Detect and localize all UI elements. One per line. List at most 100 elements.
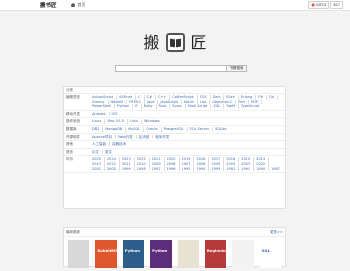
book-cover-title: Python [124,248,140,253]
category-tag-link[interactable]: Web开发 [118,134,137,140]
category-tag-link[interactable]: 1995 [182,166,195,172]
search-button[interactable]: 书籍搜索 [227,65,247,72]
book-cover[interactable]: SQL [259,240,281,268]
book-cover-title: RabbitMQ [97,248,117,253]
category-tag-link[interactable]: Ruby [144,104,157,109]
category-row-label: 操作系统 [66,119,80,124]
category-row-label: 移动开发 [66,111,80,116]
category-tag-link[interactable]: MySQL [128,126,145,132]
category-row: 操作系统 Linux Mac OS X Unix Windows [64,118,285,126]
category-row-label: 其他 [66,142,73,147]
category-tags: ActionScript ASP.net C C# C++ CoffeeScript CSS… [92,95,285,109]
category-tags: 人工智能 容器技术 [92,142,285,147]
category-tag-link[interactable]: SQLite [215,127,229,132]
category-tag-link[interactable]: 1998 [137,166,150,172]
hero-logo: 搬 匠 [0,33,350,52]
category-tag-link[interactable]: 1991 [241,166,255,172]
category-row-label: 年份 [66,157,73,162]
category-tag-link[interactable]: MongoDB [105,126,127,132]
book-cover[interactable]: Python [122,240,145,268]
category-tag-link[interactable]: 1987 [271,167,283,172]
category-tag-link[interactable]: 1994 [196,166,210,172]
book-cover[interactable] [177,240,199,268]
category-tag-link[interactable]: Go [269,95,279,100]
category-tag-link[interactable]: SQL Server [190,126,214,132]
category-tag-link[interactable]: 1990 [256,166,270,172]
category-tag-link[interactable]: 容器技术 [112,142,129,147]
github-widget[interactable]: ● GITC2 827 [308,1,343,9]
book-cover[interactable]: Beginning [204,240,227,268]
category-row: 语言 中文 英文 [64,149,285,157]
category-tags: DB2 MongoDB MySQL Oracle PostgreSQL SQL Serve… [92,126,285,132]
category-tag-link[interactable]: Android [92,111,110,117]
github-label: GITC2 [315,3,327,7]
category-tag-link[interactable]: 2000 [107,166,120,172]
category-tag-link[interactable]: 中文 [92,149,103,155]
category-header: 分类 [64,87,285,94]
site-name[interactable]: 搬书匠 [40,1,57,9]
book-cover-title: SQL [261,248,271,253]
category-tag-link[interactable]: 人工智能 [92,142,110,147]
category-tag-link[interactable]: 2001 [92,166,105,172]
category-tag-link[interactable]: PowerShell [92,104,116,109]
category-tags: 中文 英文 [92,149,285,155]
category-tag-link[interactable]: 区块链 [139,134,154,140]
category-tag-link[interactable]: 程序开发 [155,135,172,140]
category-tag-link[interactable]: Mac OS X [107,119,129,124]
category-tag-link[interactable]: iOS [112,112,121,117]
logo-right-char: 匠 [190,32,207,52]
category-tag-link[interactable]: Oracle [146,126,162,132]
book-cover[interactable]: Python [150,240,172,268]
category-tag-link[interactable]: PostgreSQL [164,126,188,132]
category-tag-link[interactable]: SQL [213,104,225,109]
category-tag-link[interactable]: 1999 [122,166,135,172]
category-row: 数据库 DB2 MongoDB MySQL Oracle PostgreSQL SQL Se… [64,126,285,134]
logo-left-char: 搬 [143,32,160,52]
github-star-button[interactable]: ● GITC2 [308,1,330,9]
category-row: 编程语言 ActionScript ASP.net C C# C++ CoffeeScrip… [64,94,285,111]
category-tags: 2025 2024 2023 2022 2021 2020 2019 2018 2017 2016… [92,157,285,172]
category-tag-link[interactable]: Rust [159,104,171,109]
category-tags: Android iOS [92,111,285,117]
book-cover-title: Beginning [206,248,226,253]
category-tag-link[interactable]: R [135,104,142,109]
search-bar: 书籍搜索 [115,65,247,72]
category-tags: Apache项目 Web开发 区块链 程序开发 [92,134,285,140]
category-tag-link[interactable]: 英文 [105,150,115,155]
category-tag-link[interactable]: Swift [226,104,239,109]
category-tag-link[interactable]: 1997 [152,166,165,172]
category-row: 其他 人工智能 容器技术 [64,141,285,149]
category-tag-link[interactable]: Shell Script [188,104,212,109]
category-tag-link[interactable]: 1996 [167,166,180,172]
category-tag-link[interactable]: 1992 [226,166,240,172]
home-icon [70,3,76,7]
home-label: 首页 [77,2,86,7]
category-row: 移动开发 Android iOS [64,111,285,119]
category-tags: Linux Mac OS X Unix Windows [92,119,285,124]
book-cover[interactable] [68,240,90,268]
category-tag-link[interactable]: Python [117,104,134,109]
category-tag-link[interactable]: Windows [144,119,163,124]
category-row: 年份 2025 2024 2023 2022 2021 2020 2019 2018 2017 20… [64,156,285,174]
home-link[interactable]: 首页 [70,2,86,8]
category-tag-link[interactable]: 1993 [211,166,225,172]
category-tag-link[interactable]: TypeScript [241,104,262,109]
category-panel: 分类 编程语言 ActionScript ASP.net C C# C++ CoffeeSc… [63,86,286,209]
category-tag-link[interactable]: Linux [92,119,106,124]
category-row-label: 开源软件 [66,134,80,139]
book-cover[interactable] [232,240,254,268]
latest-header: 最新更新 [66,229,80,234]
search-input[interactable] [115,65,227,72]
category-row-label: 语言 [66,149,73,154]
github-count[interactable]: 827 [330,1,343,9]
book-cover[interactable]: RabbitMQ [95,240,117,268]
latest-books-panel: 最新更新 更多>> RabbitMQ Python Python Beginning S… [63,227,286,268]
category-tag-link[interactable]: Unix [130,119,142,124]
category-tag-link[interactable]: Scala [172,104,186,109]
book-cover-title: Python [152,248,168,253]
category-tag-link[interactable]: DB2 [92,126,104,132]
category-tag-link[interactable]: Apache项目 [92,134,117,140]
more-link[interactable]: 更多>> [270,230,283,235]
category-row-label: 数据库 [66,126,77,131]
top-navbar: 搬书匠 首页 ● GITC2 827 [0,0,350,11]
